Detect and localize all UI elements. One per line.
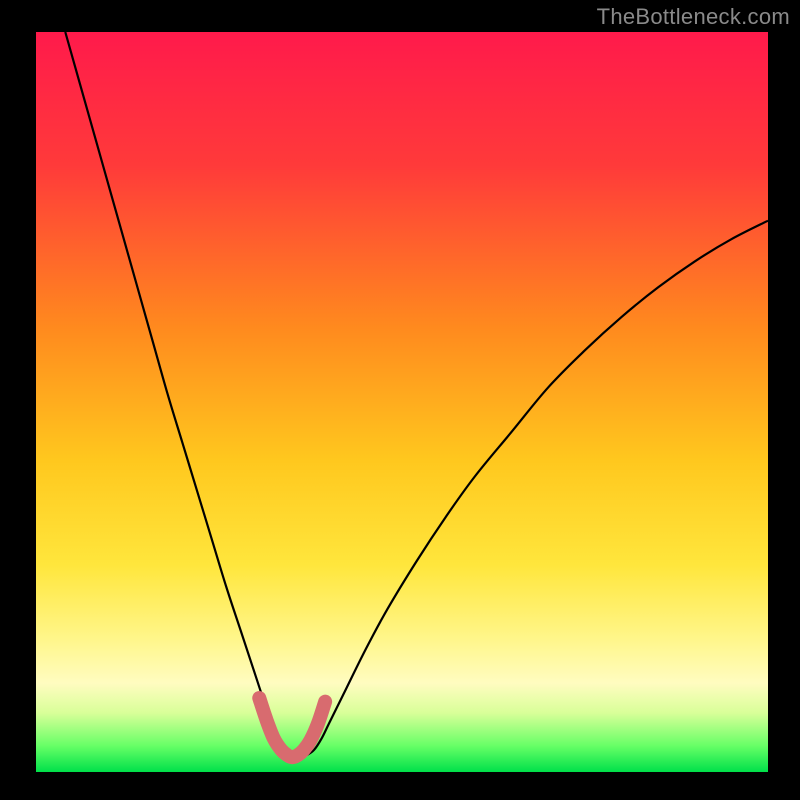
chart-frame: TheBottleneck.com — [0, 0, 800, 800]
chart-background — [36, 32, 768, 772]
chart-plot-area — [36, 32, 768, 772]
watermark-text: TheBottleneck.com — [597, 4, 790, 30]
chart-svg — [36, 32, 768, 772]
